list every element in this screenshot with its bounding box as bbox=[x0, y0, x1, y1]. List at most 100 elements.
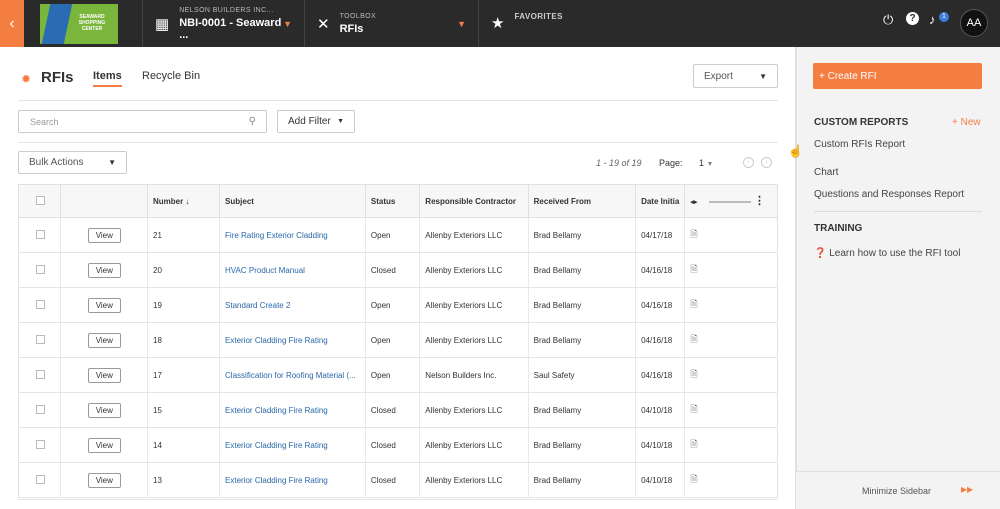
rfi-subject-link[interactable]: Classification for Roofing Material (... bbox=[219, 357, 366, 393]
view-button[interactable]: View bbox=[87, 367, 121, 383]
rfi-subject-link[interactable]: Exterior Cladding Fire Rating bbox=[219, 322, 366, 358]
pdf-icon[interactable]: 🗎 bbox=[690, 474, 697, 484]
table-row[interactable]: View 19 Standard Create 2 Open Allenby Exter… bbox=[18, 287, 778, 323]
row-checkbox[interactable] bbox=[36, 369, 45, 379]
rfi-status: Open bbox=[364, 287, 420, 323]
column-scrollbar[interactable] bbox=[709, 201, 752, 203]
rfi-date-initiated: 04/10/18 bbox=[635, 427, 685, 463]
toolbox-label: TOOLBOX bbox=[339, 12, 377, 20]
row-checkbox[interactable] bbox=[36, 439, 45, 449]
column-date-initiated[interactable]: Date Initia bbox=[635, 184, 686, 218]
add-filter-button[interactable]: Add Filter ▼ bbox=[277, 110, 355, 133]
pdf-icon[interactable]: 🗎 bbox=[690, 369, 697, 379]
view-button[interactable]: View bbox=[87, 437, 121, 453]
rfi-status: Open bbox=[364, 357, 420, 393]
column-scroll-icon[interactable]: ◂▸ bbox=[690, 199, 697, 206]
rfi-responsible-contractor: Allenby Exteriors LLC bbox=[419, 427, 529, 463]
view-button[interactable]: View bbox=[87, 472, 121, 488]
pdf-icon[interactable]: 🗎 bbox=[690, 439, 697, 449]
tab-recycle-bin[interactable]: Recycle Bin bbox=[142, 70, 200, 82]
row-checkbox[interactable] bbox=[36, 474, 45, 484]
project-logo[interactable]: SEAWARD SHOPPING CENTER bbox=[40, 3, 118, 44]
row-checkbox[interactable] bbox=[36, 334, 45, 344]
pdf-icon[interactable]: 🗎 bbox=[690, 334, 697, 344]
table-row[interactable]: View 17 Classification for Roofing Materia… bbox=[18, 357, 778, 393]
column-number[interactable]: Number ↓ bbox=[147, 184, 221, 218]
table-row[interactable]: View 18 Exterior Cladding Fire Rating Open A… bbox=[18, 322, 778, 358]
column-received-from[interactable]: Received From bbox=[527, 184, 637, 218]
training-link[interactable]: ❓ Learn how to use the RFI tool bbox=[814, 248, 960, 259]
table-row[interactable]: View 15 Exterior Cladding Fire Rating Close… bbox=[18, 392, 778, 428]
rfi-number: 17 bbox=[147, 357, 220, 393]
rfi-subject-link[interactable]: HVAC Product Manual bbox=[219, 252, 366, 288]
bell-icon[interactable]: ♪ bbox=[929, 12, 936, 27]
view-button[interactable]: View bbox=[87, 402, 121, 418]
bulk-actions-dropdown[interactable]: Bulk Actions ▼ bbox=[18, 151, 127, 174]
plug-icon[interactable]: ⏻ bbox=[883, 12, 893, 28]
row-checkbox[interactable] bbox=[36, 229, 45, 239]
row-checkbox[interactable] bbox=[36, 264, 45, 274]
table-row[interactable]: View 13 Exterior Cladding Fire Rating Close… bbox=[18, 462, 778, 498]
column-responsible-contractor[interactable]: Responsible Contractor bbox=[419, 184, 529, 218]
rfi-subject-link[interactable]: Standard Create 2 bbox=[219, 287, 366, 323]
column-subject[interactable]: Subject bbox=[219, 184, 366, 218]
caret-down-icon: ▼ bbox=[706, 161, 714, 168]
training-heading: TRAINING bbox=[814, 223, 863, 234]
avatar[interactable]: AA bbox=[960, 9, 988, 37]
report-custom-rfis[interactable]: Custom RFIs Report bbox=[814, 139, 905, 150]
logo-text: SEAWARD SHOPPING CENTER bbox=[78, 13, 106, 32]
prev-page-icon[interactable]: ‹ bbox=[743, 157, 754, 168]
table-row[interactable]: View 14 Exterior Cladding Fire Rating Close… bbox=[18, 427, 778, 463]
view-button[interactable]: View bbox=[87, 332, 121, 348]
view-button[interactable]: View bbox=[87, 227, 121, 243]
sort-down-icon: ↓ bbox=[185, 196, 190, 206]
minimize-sidebar-bar[interactable]: Minimize Sidebar ▸▸ bbox=[796, 471, 1000, 509]
table-row[interactable]: View 21 Fire Rating Exterior Cladding Open A… bbox=[18, 217, 778, 253]
rfi-date-initiated: 04/10/18 bbox=[635, 462, 685, 498]
rfi-subject-link[interactable]: Exterior Cladding Fire Rating bbox=[219, 427, 366, 463]
result-range: 1 - 19 of 19 bbox=[596, 158, 642, 168]
favorites-menu[interactable]: ★ FAVORITES bbox=[478, 0, 638, 47]
view-button[interactable]: View bbox=[87, 262, 121, 278]
rfi-subject-link[interactable]: Fire Rating Exterior Cladding bbox=[219, 217, 366, 253]
rfi-date-initiated: 04/16/18 bbox=[635, 322, 685, 358]
rfi-subject-link[interactable]: Exterior Cladding Fire Rating bbox=[219, 392, 366, 428]
new-report-link[interactable]: + New bbox=[952, 117, 981, 128]
rfi-subject-link[interactable]: Exterior Cladding Fire Rating bbox=[219, 462, 366, 498]
back-button[interactable]: ‹ bbox=[0, 0, 24, 47]
gear-icon: ✹ bbox=[21, 72, 32, 86]
rfi-status: Closed bbox=[364, 252, 420, 288]
column-status[interactable]: Status bbox=[364, 184, 421, 218]
rfi-received-from: Brad Bellamy bbox=[527, 252, 636, 288]
next-page-icon[interactable]: › bbox=[761, 157, 772, 168]
search-input[interactable]: Search ⚲ bbox=[18, 110, 267, 133]
project-selector[interactable]: ▦ NELSON BUILDERS INC... NBI-0001 - Seaw… bbox=[142, 0, 304, 47]
page-selector[interactable]: 1 ▼ bbox=[699, 158, 713, 168]
row-checkbox[interactable] bbox=[36, 299, 45, 309]
rfi-responsible-contractor: Nelson Builders Inc. bbox=[419, 357, 529, 393]
help-icon[interactable]: ? bbox=[906, 12, 919, 25]
rfi-status: Open bbox=[364, 322, 420, 358]
more-vertical-icon[interactable]: ⋮ bbox=[754, 194, 765, 207]
caret-down-icon: ▼ bbox=[108, 158, 116, 167]
tool-selector[interactable]: ✕ TOOLBOX RFIs ▼ bbox=[304, 0, 478, 47]
row-checkbox[interactable] bbox=[36, 404, 45, 414]
tab-items[interactable]: Items bbox=[93, 70, 122, 87]
report-chart[interactable]: Chart bbox=[814, 167, 838, 178]
pdf-icon[interactable]: 🗎 bbox=[690, 264, 697, 274]
rfi-responsible-contractor: Allenby Exteriors LLC bbox=[419, 217, 529, 253]
table-row[interactable]: View 20 HVAC Product Manual Closed Allenby E… bbox=[18, 252, 778, 288]
create-rfi-button[interactable]: + Create RFI bbox=[813, 63, 982, 89]
report-questions-responses[interactable]: Questions and Responses Report bbox=[814, 189, 964, 200]
project-name: NBI-0001 - Seaward ... bbox=[179, 16, 282, 41]
pdf-icon[interactable]: 🗎 bbox=[690, 299, 697, 309]
rfi-number: 14 bbox=[147, 427, 220, 463]
select-all-checkbox[interactable] bbox=[36, 195, 45, 205]
minimize-sidebar-label: Minimize Sidebar bbox=[862, 486, 932, 496]
rfi-received-from: Brad Bellamy bbox=[527, 392, 636, 428]
export-button[interactable]: Export ▼ bbox=[693, 64, 778, 88]
pdf-icon[interactable]: 🗎 bbox=[690, 404, 697, 414]
view-button[interactable]: View bbox=[87, 297, 121, 313]
tools-icon: ✕ bbox=[317, 15, 330, 33]
pdf-icon[interactable]: 🗎 bbox=[690, 229, 697, 239]
